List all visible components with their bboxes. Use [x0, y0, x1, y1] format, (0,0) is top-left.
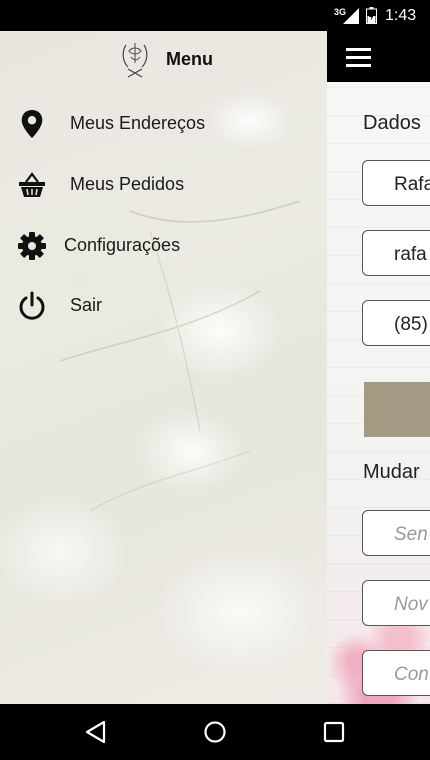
confirm-password-field[interactable]: Con: [362, 650, 430, 696]
drawer-title: Menu: [166, 49, 213, 69]
email-field[interactable]: rafa: [362, 230, 430, 276]
name-field[interactable]: Rafa: [362, 160, 430, 206]
navigation-drawer: Menu Meus Endereços Meus Pedidos Configu…: [0, 31, 327, 704]
current-password-field[interactable]: Sen: [362, 510, 430, 556]
drawer-item-orders[interactable]: Meus Pedidos: [0, 156, 327, 212]
crest-logo: [122, 43, 148, 78]
personal-data-title: Dados: [363, 112, 421, 134]
app-toolbar: [327, 31, 430, 82]
status-bar: 3G 1:43: [0, 0, 430, 31]
battery-icon: [366, 7, 377, 24]
shopping-basket-icon: [19, 172, 45, 197]
location-pin-icon: [21, 109, 43, 139]
drawer-item-logout[interactable]: Sair: [0, 277, 327, 333]
home-circle-icon[interactable]: [203, 720, 227, 744]
back-triangle-icon[interactable]: [84, 720, 108, 744]
hamburger-icon[interactable]: [346, 47, 371, 67]
drawer-header: Menu: [0, 31, 327, 87]
recents-square-icon[interactable]: [322, 720, 346, 744]
save-button[interactable]: [364, 382, 430, 437]
drawer-item-label: Meus Pedidos: [70, 174, 185, 194]
signal-icon: [343, 8, 359, 24]
drawer-item-label: Meus Endereços: [70, 113, 206, 133]
gear-icon: [18, 232, 46, 260]
new-password-field[interactable]: Nov: [362, 580, 430, 626]
power-icon: [19, 291, 45, 320]
clock: 1:43: [385, 7, 417, 24]
system-nav-bar: [0, 704, 430, 760]
drawer-item-label: Sair: [70, 295, 103, 315]
profile-screen: Dados Rafa rafa (85) Mudar Sen Nov Con: [327, 31, 430, 704]
drawer-item-label: Configurações: [64, 235, 181, 255]
drawer-item-settings[interactable]: Configurações: [0, 217, 327, 273]
change-password-title: Mudar: [363, 461, 420, 483]
phone-field[interactable]: (85): [362, 300, 430, 346]
drawer-item-addresses[interactable]: Meus Endereços: [0, 95, 327, 151]
